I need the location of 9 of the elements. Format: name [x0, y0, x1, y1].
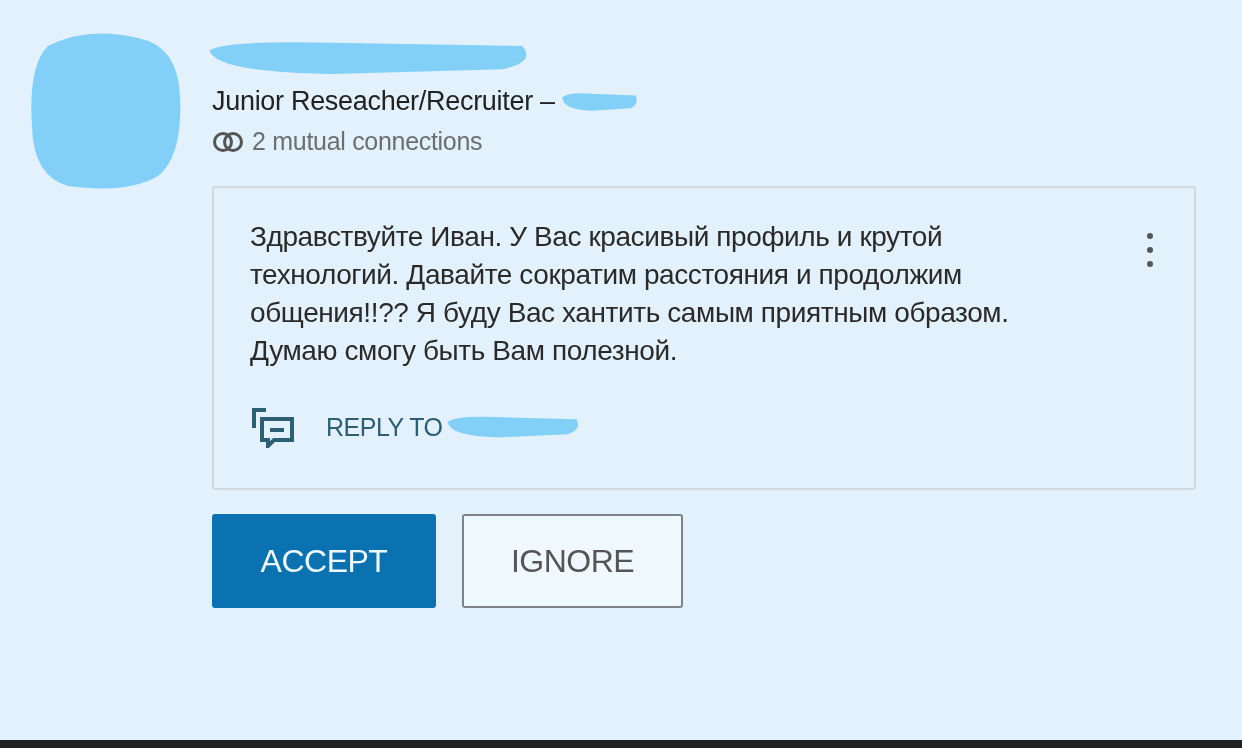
- connections-icon: [212, 130, 244, 153]
- reply-link[interactable]: REPLY TO: [326, 412, 443, 442]
- ignore-button[interactable]: IGNORE: [462, 514, 683, 608]
- headline-text: Junior Reseacher/Recruiter –: [212, 86, 555, 117]
- chat-icon: [250, 406, 296, 448]
- message-text: Здравствуйте Иван. У Вас красивый профиль и крутой технологий. Давайте сократим расстояния и продолжим общения!!?? Я буду Вас хантить самым приятным образом. Думаю смогу быть Вам полезной.: [250, 220, 1010, 368]
- more-options-icon[interactable]: [1146, 232, 1154, 268]
- accept-button[interactable]: ACCEPT: [212, 514, 436, 608]
- mutual-connections-text: 2 mutual connections: [252, 127, 483, 156]
